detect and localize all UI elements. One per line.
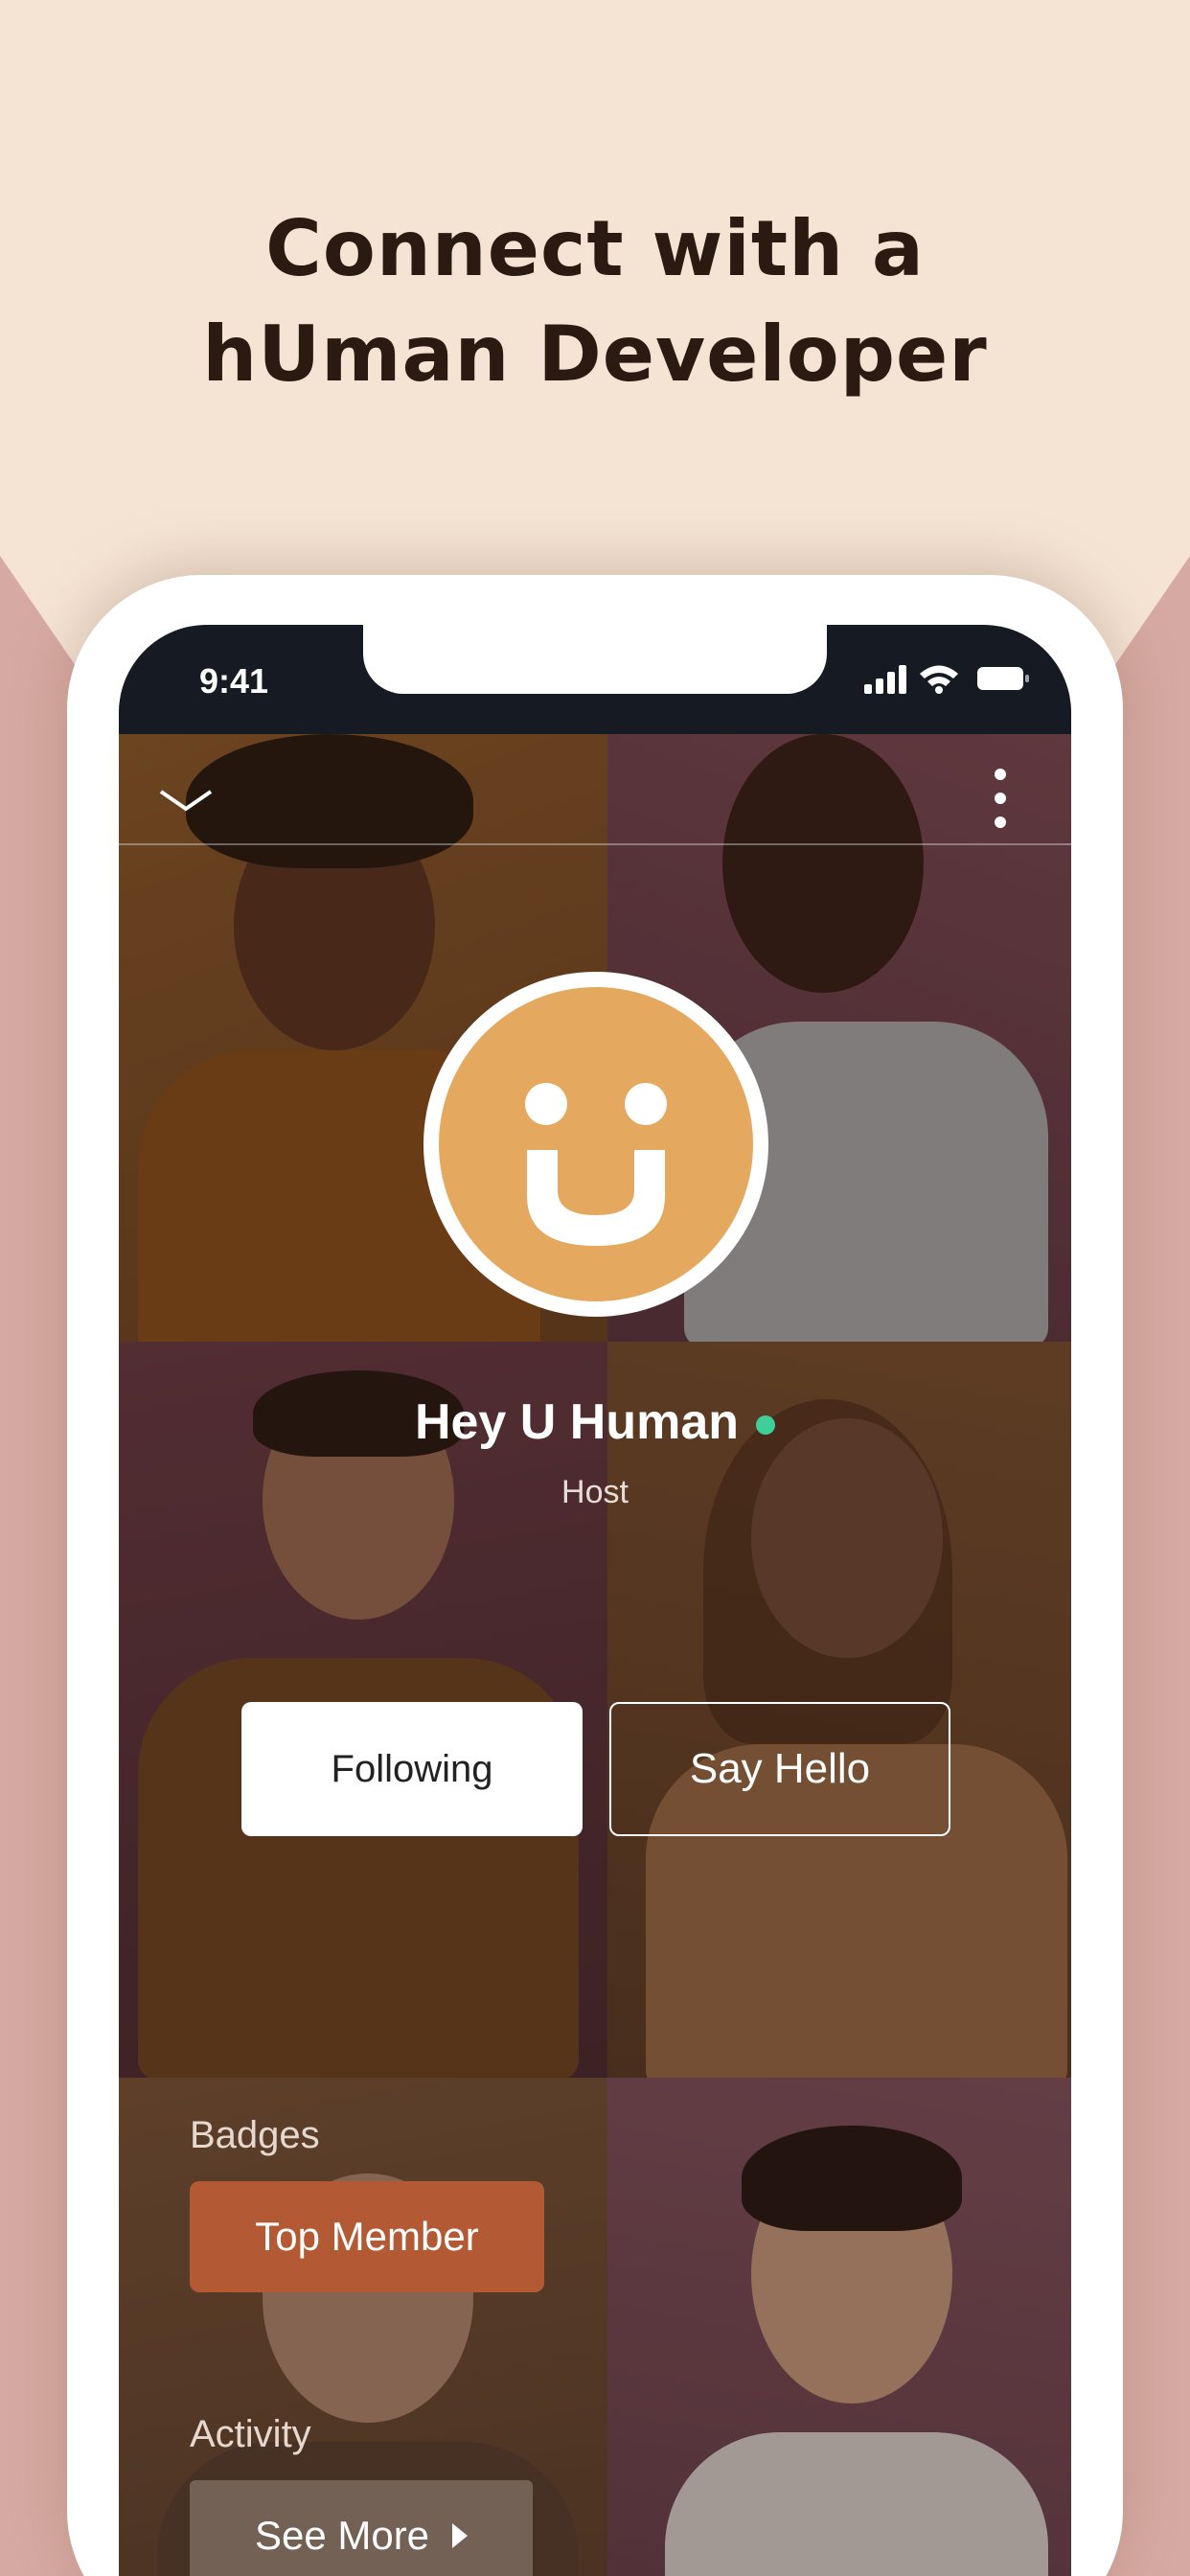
photo-grid: Hey U Human Host Following Say Hello Bad… <box>119 734 1071 2576</box>
activity-label: Activity <box>190 2413 311 2455</box>
battery-icon <box>977 667 1029 690</box>
headline-line-1: Connect with a <box>265 204 925 293</box>
badges-label: Badges <box>190 2114 320 2156</box>
see-more-label: See More <box>254 2513 430 2558</box>
chevron-down-icon[interactable] <box>157 782 215 820</box>
wifi-icon <box>920 665 958 694</box>
online-status-dot <box>756 1415 776 1436</box>
smiley-logo-icon <box>525 1083 667 1246</box>
status-time: 9:41 <box>199 661 269 701</box>
profile-role: Host <box>561 1474 629 1510</box>
following-button[interactable]: Following <box>241 1702 583 1836</box>
badge-top-member[interactable]: Top Member <box>190 2181 544 2292</box>
more-options-icon[interactable] <box>989 765 1012 832</box>
phone-screen: Hey U Human Host Following Say Hello Bad… <box>119 625 1071 2576</box>
say-hello-button[interactable]: Say Hello <box>609 1702 950 1836</box>
avatar-logo <box>439 987 753 1301</box>
cellular-signal-icon <box>864 665 906 694</box>
app-store-screenshot: Connect with a hUman Developer Hey U Hum… <box>0 0 1190 2576</box>
profile-name: Hey U Human <box>119 1393 1071 1451</box>
see-more-button[interactable]: See More <box>190 2480 533 2576</box>
play-arrow-icon <box>452 2523 469 2548</box>
headline: Connect with a hUman Developer <box>0 196 1190 407</box>
status-bar: 9:41 <box>119 625 1071 734</box>
header-divider <box>119 843 1071 845</box>
avatar <box>423 972 768 1317</box>
phone-notch <box>363 625 827 694</box>
profile-name-text: Hey U Human <box>414 1394 740 1450</box>
headline-line-2: hUman Developer <box>202 310 988 399</box>
